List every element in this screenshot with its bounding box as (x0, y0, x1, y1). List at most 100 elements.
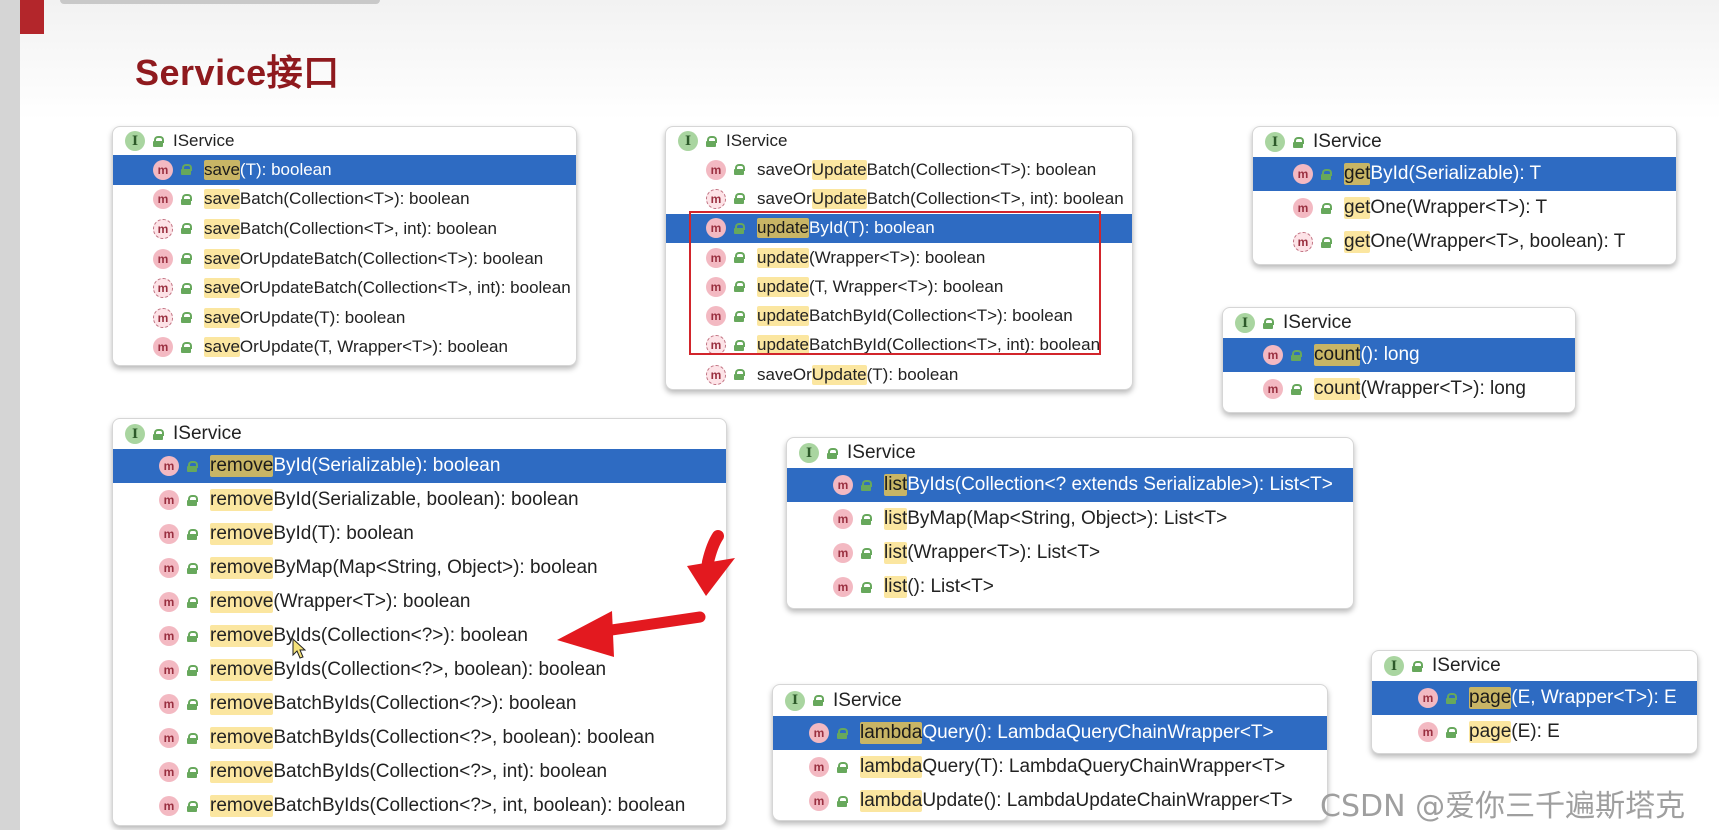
method-signature: ById(T): boolean (273, 523, 414, 544)
interface-icon: I (125, 424, 145, 444)
method-signature: One(Wrapper<T>, boolean): T (1370, 231, 1626, 252)
matched-prefix: lambda (860, 790, 923, 812)
completion-item[interactable]: m remove BatchByIds(Collection<?>, boolean… (113, 721, 726, 755)
completion-item[interactable]: m saveOrUpdateBatch(Collection<T>): boole… (666, 155, 1132, 184)
method-name-part: saveOr (757, 188, 812, 208)
matched-prefix: save (204, 307, 240, 328)
completion-item[interactable]: m update (T, Wrapper<T>): boolean (666, 272, 1132, 301)
completion-item[interactable]: m update ById(T): boolean (666, 213, 1132, 243)
top-edge-shadow (60, 0, 380, 4)
matched-prefix: count (1314, 378, 1361, 400)
completion-item[interactable]: m saveOrUpdateBatch(Collection<T>): boole… (113, 244, 576, 274)
public-lock-icon (187, 800, 198, 812)
matched-prefix: save (204, 278, 240, 299)
matched-prefix: update (757, 306, 809, 327)
matched-prefix: list (884, 542, 908, 564)
public-lock-icon (734, 193, 745, 205)
method-signature: BatchByIds(Collection<?>, int, boolean):… (273, 795, 686, 816)
completion-item[interactable]: m remove ByIds(Collection<?>, boolean): bo… (113, 653, 726, 687)
interface-name: IService (173, 131, 235, 150)
public-lock-icon (813, 695, 824, 706)
method-icon: m (159, 524, 179, 544)
completion-item[interactable]: m count (): long (1223, 338, 1575, 372)
completion-item[interactable]: m remove BatchByIds(Collection<?>, int, bo… (113, 789, 726, 823)
method-icon: m (1293, 198, 1313, 218)
matched-prefix: remove (210, 625, 274, 647)
method-signature: ByMap(Map<String, Object>): boolean (273, 557, 598, 578)
completion-item[interactable]: m update (Wrapper<T>): boolean (666, 243, 1132, 272)
completion-item[interactable]: m list (Wrapper<T>): List<T> (787, 536, 1353, 570)
matched-prefix: remove (210, 489, 274, 511)
completion-item[interactable]: m update BatchById(Collection<T>): boolean (666, 301, 1132, 330)
interface-icon: I (799, 443, 819, 463)
method-icon: m (833, 543, 853, 563)
completion-item[interactable]: m saveOrUpdateBatch(Collection<T>, int): … (113, 273, 576, 303)
completion-item[interactable]: m page (E): E (1372, 715, 1697, 749)
completion-item[interactable]: m remove BatchByIds(Collection<?>): boolea… (113, 687, 726, 721)
public-lock-icon (1412, 660, 1423, 672)
method-icon: m (833, 577, 853, 597)
completion-item[interactable]: m remove ById(Serializable, boolean): bool… (113, 483, 726, 517)
completion-item[interactable]: m remove ById(Serializable): boolean (113, 449, 726, 483)
public-lock-icon (1291, 383, 1302, 395)
public-lock-icon (187, 596, 198, 608)
public-lock-icon (837, 727, 848, 739)
completion-item[interactable]: m list ByMap(Map<String, Object>): List<T> (787, 502, 1353, 536)
public-lock-icon (181, 341, 192, 353)
method-icon: m (159, 456, 179, 476)
completion-item[interactable]: m saveOrUpdateBatch(Collection<T>, int): … (666, 184, 1132, 213)
completion-item[interactable]: m list (): List<T> (787, 570, 1353, 604)
method-signature: ByIds(Collection<?>): boolean (273, 625, 528, 646)
completion-item[interactable]: m page (E, Wrapper<T>): E (1372, 681, 1697, 715)
method-signature: BatchByIds(Collection<?>, int): boolean (273, 761, 608, 782)
public-lock-icon (1446, 726, 1457, 738)
completion-item[interactable]: m save Batch(Collection<T>, int): boolean (113, 214, 576, 244)
completion-item[interactable]: m save OrUpdate(T, Wrapper<T>): boolean (113, 333, 576, 363)
completion-item[interactable]: m remove ByMap(Map<String, Object>): boole… (113, 551, 726, 585)
completion-item[interactable]: m remove (Wrapper<T>): boolean (113, 585, 726, 619)
completion-item[interactable]: m save (T): boolean (113, 155, 576, 185)
method-signature: (Wrapper<T>): boolean (809, 247, 986, 267)
completion-item[interactable]: m saveOrUpdate(T): boolean (666, 360, 1132, 389)
public-lock-icon (734, 310, 745, 322)
completion-item[interactable]: m update BatchById(Collection<T>, int): bo… (666, 331, 1132, 360)
completion-item[interactable]: m lambda Query(): LambdaQueryChainWrapper<… (773, 716, 1327, 750)
completion-item[interactable]: m get One(Wrapper<T>): T (1253, 191, 1676, 225)
method-icon: m (159, 592, 179, 612)
completion-item[interactable]: m save Batch(Collection<T>): boolean (113, 185, 576, 215)
method-icon: m (153, 159, 173, 180)
completion-item[interactable]: m get ById(Serializable): T (1253, 157, 1676, 191)
public-lock-icon (181, 312, 192, 324)
method-signature: BatchById(Collection<T>, int): boolean (809, 335, 1101, 355)
public-lock-icon (187, 460, 198, 472)
method-icon: m (159, 558, 179, 578)
method-signature: ByIds(Collection<? extends Serializable>… (907, 474, 1333, 495)
public-lock-icon (1321, 202, 1332, 214)
public-lock-icon (734, 369, 745, 381)
method-icon: m (159, 796, 179, 816)
completion-item[interactable]: m remove ById(T): boolean (113, 517, 726, 551)
method-signature: (Wrapper<T>): boolean (273, 591, 471, 612)
completion-item[interactable]: m lambda Update(): LambdaUpdateChainWrappe… (773, 784, 1327, 818)
method-icon: m (153, 248, 173, 269)
mouse-cursor-icon (292, 638, 306, 659)
public-lock-icon (187, 732, 198, 744)
completion-item[interactable]: m get One(Wrapper<T>, boolean): T (1253, 225, 1676, 259)
completion-item[interactable]: m list ByIds(Collection<? extends Serializ… (787, 468, 1353, 502)
page-title: Service接口 (135, 52, 340, 93)
interface-icon: I (678, 131, 698, 151)
popup-header: I IService (113, 127, 576, 155)
matched-prefix: save (204, 337, 240, 358)
method-icon: m (706, 364, 726, 385)
method-icon: m (1418, 722, 1438, 742)
matched-prefix: remove (210, 693, 274, 715)
completion-item[interactable]: m remove ByIds(Collection<?>): boolean (113, 619, 726, 653)
completion-item[interactable]: m remove BatchByIds(Collection<?>, int): b… (113, 755, 726, 789)
completion-item[interactable]: m count (Wrapper<T>): long (1223, 372, 1575, 406)
list-popup: I IService m list ByIds(Collection<? extends… (786, 437, 1354, 609)
completion-item[interactable]: m saveOrUpdate(T): boolean (113, 303, 576, 333)
method-signature: (Wrapper<T>): long (1360, 378, 1526, 399)
completion-item[interactable]: m lambda Query(T): LambdaQueryChainWrapper… (773, 750, 1327, 784)
interface-name: IService (726, 131, 788, 150)
matched-prefix: remove (210, 523, 274, 545)
